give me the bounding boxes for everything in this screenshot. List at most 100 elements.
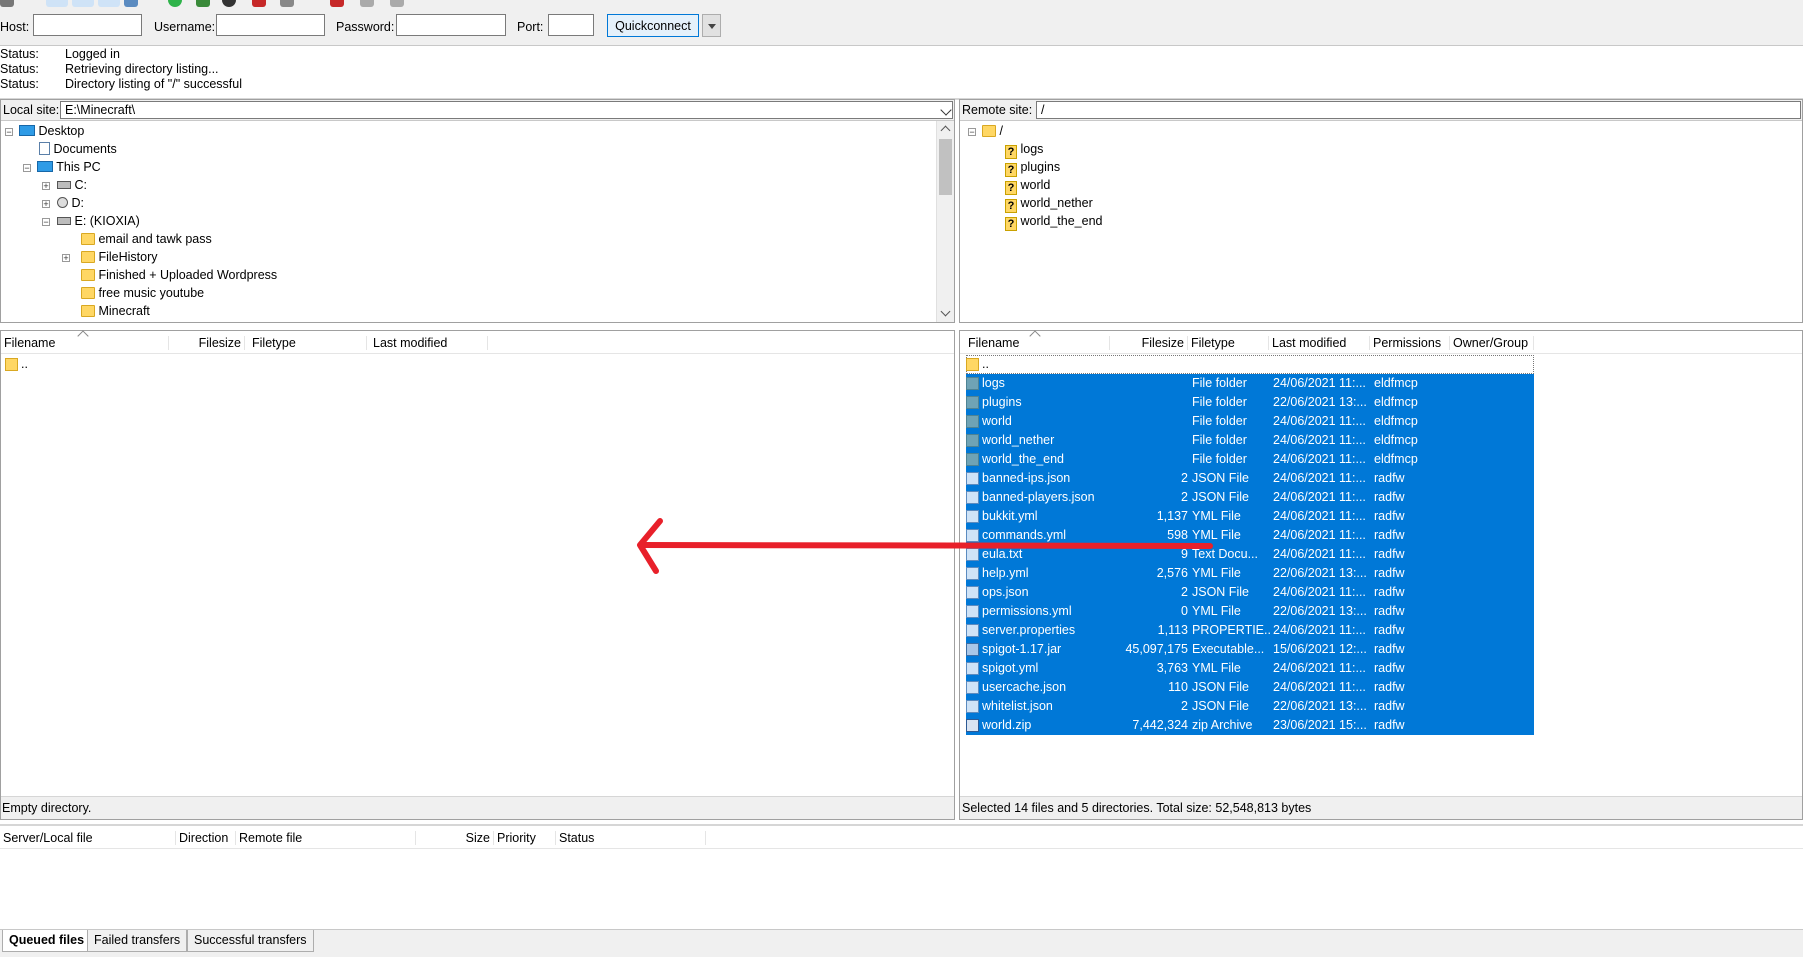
cell-perms: radfw — [1374, 490, 1405, 504]
table-row[interactable]: bukkit.yml 1,137 YML File 24/06/2021 11:...… — [966, 507, 1534, 526]
cell-type: JSON File — [1192, 585, 1249, 599]
stop-icon[interactable] — [252, 0, 266, 7]
computer-icon — [37, 161, 53, 172]
cell-name: world_the_end — [982, 452, 1065, 466]
cell-modified: 24/06/2021 11:... — [1273, 490, 1366, 504]
collapse-icon[interactable]: − — [42, 218, 50, 227]
column-direction[interactable]: Direction — [176, 831, 236, 845]
tab-failed-transfers[interactable]: Failed transfers — [87, 930, 188, 952]
expand-icon[interactable]: + — [42, 200, 50, 209]
cell-perms: radfw — [1374, 604, 1405, 618]
table-row[interactable]: usercache.json 110 JSON File 24/06/2021 11:… — [966, 678, 1534, 697]
scroll-down-icon[interactable] — [940, 306, 951, 317]
table-row[interactable]: spigot-1.17.jar 45,097,175 Executable... 15… — [966, 640, 1534, 659]
table-row[interactable]: spigot.yml 3,763 YML File 24/06/2021 11:...… — [966, 659, 1534, 678]
table-row[interactable]: whitelist.json 2 JSON File 22/06/2021 13:..… — [966, 697, 1534, 716]
username-input[interactable] — [216, 14, 325, 36]
cell-name: help.yml — [982, 566, 1029, 580]
table-row[interactable]: ops.json 2 JSON File 24/06/2021 11:... radfw — [966, 583, 1534, 602]
table-row[interactable]: world_nether File folder 24/06/2021 11:...… — [966, 431, 1534, 450]
column-permissions[interactable]: Permissions — [1370, 336, 1450, 350]
column-last-modified[interactable]: Last modified — [1269, 336, 1370, 350]
column-server-local-file[interactable]: Server/Local file — [0, 831, 176, 845]
collapse-icon[interactable]: − — [23, 164, 31, 173]
remote-file-list[interactable]: Filename Filesize Filetype Last modified… — [959, 330, 1803, 820]
toggle-log-icon[interactable] — [46, 0, 68, 7]
column-filetype[interactable]: Filetype — [1188, 336, 1269, 350]
table-row[interactable]: commands.yml 598 YML File 24/06/2021 11:...… — [966, 526, 1534, 545]
table-row[interactable]: banned-players.json 2 JSON File 24/06/2021 … — [966, 488, 1534, 507]
list-item-parent-dir[interactable]: .. — [3, 355, 303, 374]
column-remote-file[interactable]: Remote file — [236, 831, 416, 845]
cell-modified: 24/06/2021 11:... — [1273, 680, 1366, 694]
local-tree-panel: Local site: E:\Minecraft\ − Desktop Docu… — [0, 99, 955, 323]
quickconnect-button[interactable]: Quickconnect — [607, 14, 699, 37]
file-icon — [966, 472, 979, 485]
column-status[interactable]: Status — [556, 831, 706, 845]
table-row[interactable]: logs File folder 24/06/2021 11:... eldfmcp — [966, 374, 1534, 393]
list-item-parent-dir[interactable]: .. — [966, 355, 1534, 374]
transfer-queue[interactable]: Server/Local file Direction Remote file … — [0, 824, 1803, 933]
quickconnect-bar: Host: Username: Password: Port: Quickcon… — [0, 9, 1803, 46]
cell-type: YML File — [1192, 661, 1241, 675]
desktop-icon — [19, 125, 35, 136]
folder-icon — [81, 251, 95, 263]
folder-icon — [966, 434, 979, 447]
search-icon[interactable] — [390, 0, 404, 7]
collapse-icon[interactable]: − — [968, 128, 976, 137]
column-filename[interactable]: Filename — [960, 336, 1110, 350]
cell-perms: radfw — [1374, 566, 1405, 580]
cell-size: 9 — [1181, 547, 1188, 561]
table-row[interactable]: permissions.yml 0 YML File 22/06/2021 13:..… — [966, 602, 1534, 621]
table-row[interactable]: world File folder 24/06/2021 11:... eldfmcp — [966, 412, 1534, 431]
column-priority[interactable]: Priority — [494, 831, 556, 845]
local-tree-scrollbar[interactable] — [936, 121, 954, 322]
port-input[interactable] — [548, 14, 594, 36]
table-row[interactable]: world.zip 7,442,324 zip Archive 23/06/2021 … — [966, 716, 1534, 735]
table-row[interactable]: banned-ips.json 2 JSON File 24/06/2021 11:.… — [966, 469, 1534, 488]
compare-icon[interactable] — [360, 0, 374, 7]
filter-icon[interactable] — [330, 0, 344, 7]
column-last-modified[interactable]: Last modified — [370, 336, 488, 350]
column-owner-group[interactable]: Owner/Group — [1450, 336, 1534, 350]
tab-queued-files[interactable]: Queued files — [2, 930, 92, 952]
refresh-icon[interactable] — [124, 0, 138, 7]
column-filesize[interactable]: Filesize — [1110, 336, 1188, 350]
scroll-thumb[interactable] — [939, 139, 952, 195]
disconnect-icon[interactable] — [222, 0, 236, 7]
tab-successful-transfers[interactable]: Successful transfers — [187, 930, 314, 952]
table-row[interactable]: world_the_end File folder 24/06/2021 11:..… — [966, 450, 1534, 469]
table-row[interactable]: server.properties 1,113 PROPERTIE... 24/06/… — [966, 621, 1534, 640]
cell-name: world_nether — [982, 433, 1055, 447]
scroll-up-icon[interactable] — [940, 125, 951, 136]
cell-perms: radfw — [1374, 661, 1405, 675]
column-filename[interactable]: Filename — [1, 336, 169, 350]
toggle-tree-icon[interactable] — [72, 0, 94, 7]
process-queue-icon[interactable] — [168, 0, 182, 7]
local-file-list[interactable]: Filename Filesize Filetype Last modified… — [0, 330, 955, 820]
remote-site-path-input[interactable]: / — [1036, 101, 1801, 119]
cell-name: server.properties — [982, 623, 1076, 637]
site-manager-icon[interactable] — [0, 0, 14, 7]
local-site-path-input[interactable]: E:\Minecraft\ — [60, 101, 953, 119]
reconnect-icon[interactable] — [280, 0, 294, 7]
message-log[interactable]: Status: Logged in Status: Retrieving direc… — [0, 46, 1803, 100]
column-filesize[interactable]: Filesize — [169, 336, 245, 350]
unknown-folder-icon: ? — [1005, 145, 1017, 159]
cancel-icon[interactable] — [196, 0, 210, 7]
password-input[interactable] — [396, 14, 506, 36]
table-row[interactable]: plugins File folder 22/06/2021 13:... eldfm… — [966, 393, 1534, 412]
expand-icon[interactable]: + — [42, 182, 50, 191]
remote-status-bar: Selected 14 files and 5 directories. Tot… — [960, 796, 1802, 819]
toggle-queue-icon[interactable] — [98, 0, 120, 7]
column-filetype[interactable]: Filetype — [249, 336, 367, 350]
expand-icon[interactable]: + — [62, 254, 70, 263]
cell-perms: radfw — [1374, 718, 1405, 732]
cell-modified: 24/06/2021 11:... — [1273, 509, 1366, 523]
host-input[interactable] — [33, 14, 142, 36]
collapse-icon[interactable]: − — [5, 128, 13, 137]
quickconnect-history-dropdown[interactable] — [702, 14, 721, 37]
table-row[interactable]: help.yml 2,576 YML File 22/06/2021 13:... ra… — [966, 564, 1534, 583]
column-size[interactable]: Size — [416, 831, 494, 845]
table-row[interactable]: eula.txt 9 Text Docu... 24/06/2021 11:... ra… — [966, 545, 1534, 564]
